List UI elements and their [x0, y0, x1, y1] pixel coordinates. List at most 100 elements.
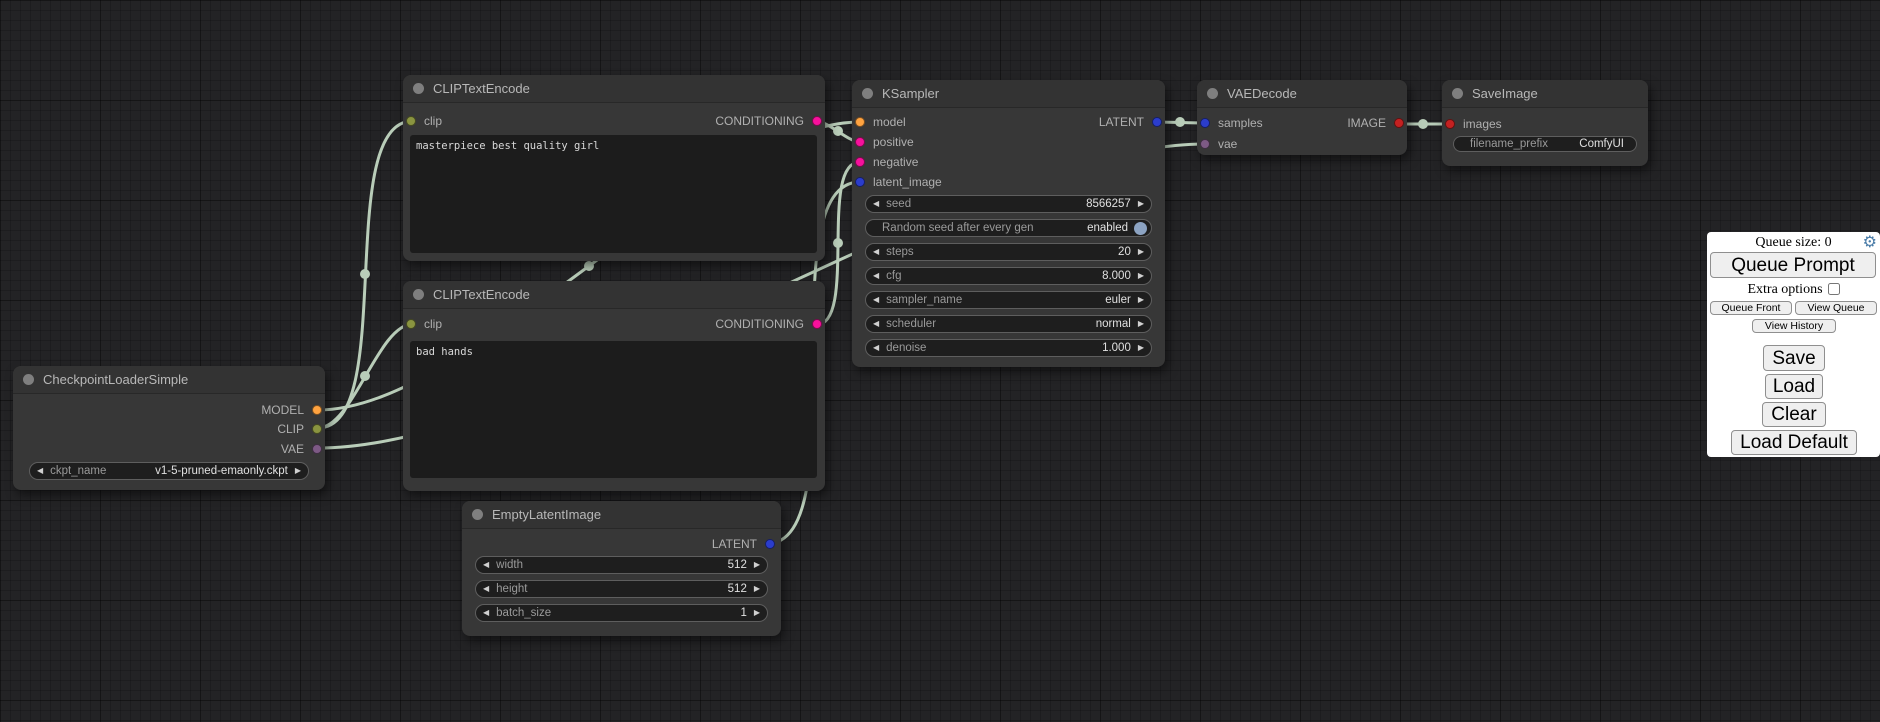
filename-prefix-widget[interactable]: filename_prefix ComfyUI: [1453, 136, 1637, 152]
extra-options-checkbox[interactable]: [1828, 283, 1840, 295]
node-checkpoint-loader[interactable]: CheckpointLoaderSimple MODEL CLIP VAE ◀ …: [13, 366, 325, 490]
increment-arrow-icon[interactable]: ▶: [1131, 291, 1151, 309]
increment-arrow-icon[interactable]: ▶: [1131, 195, 1151, 213]
widget-value: euler: [1105, 294, 1131, 306]
model-port-icon[interactable]: [312, 405, 322, 415]
image-port-icon[interactable]: [1394, 118, 1404, 128]
collapse-dot-icon[interactable]: [413, 289, 424, 300]
output-latent: LATENT: [712, 536, 775, 552]
increment-arrow-icon[interactable]: ▶: [1131, 315, 1151, 333]
node-titlebar[interactable]: EmptyLatentImage: [462, 501, 781, 529]
decrement-arrow-icon[interactable]: ◀: [866, 339, 886, 357]
increment-arrow-icon[interactable]: ▶: [1131, 267, 1151, 285]
vae-port-icon[interactable]: [312, 444, 322, 454]
vae-port-icon[interactable]: [1200, 139, 1210, 149]
clear-button[interactable]: Clear: [1762, 402, 1826, 427]
prompt-textarea[interactable]: bad hands: [410, 341, 817, 478]
denoise-widget[interactable]: ◀ denoise 1.000 ▶: [865, 339, 1152, 357]
clip-port-icon[interactable]: [406, 319, 416, 329]
port-label: IMAGE: [1347, 116, 1386, 130]
node-titlebar[interactable]: CheckpointLoaderSimple: [13, 366, 325, 394]
view-history-button[interactable]: View History: [1752, 319, 1836, 333]
widget-value: 512: [728, 583, 747, 595]
port-label: positive: [873, 135, 914, 149]
node-clip-text-encode-positive[interactable]: CLIPTextEncode clip CONDITIONING masterp…: [403, 75, 825, 261]
collapse-dot-icon[interactable]: [862, 88, 873, 99]
link-midpoint-dot[interactable]: [584, 261, 594, 271]
collapse-dot-icon[interactable]: [472, 509, 483, 520]
increment-arrow-icon[interactable]: ▶: [1131, 243, 1151, 261]
node-titlebar[interactable]: VAEDecode: [1197, 80, 1407, 108]
latent-port-icon[interactable]: [1200, 118, 1210, 128]
node-empty-latent-image[interactable]: EmptyLatentImage LATENT ◀ width 512 ▶ ◀ …: [462, 501, 781, 636]
collapse-dot-icon[interactable]: [1452, 88, 1463, 99]
increment-arrow-icon[interactable]: ▶: [288, 462, 308, 480]
node-graph-canvas[interactable]: CheckpointLoaderSimple MODEL CLIP VAE ◀ …: [0, 0, 1880, 722]
link-midpoint-dot[interactable]: [1175, 117, 1185, 127]
node-titlebar[interactable]: SaveImage: [1442, 80, 1648, 108]
increment-arrow-icon[interactable]: ▶: [747, 556, 767, 574]
load-default-button[interactable]: Load Default: [1731, 430, 1857, 455]
port-label: VAE: [281, 442, 304, 456]
decrement-arrow-icon[interactable]: ◀: [866, 315, 886, 333]
clip-port-icon[interactable]: [312, 424, 322, 434]
steps-widget[interactable]: ◀ steps 20 ▶: [865, 243, 1152, 261]
link-midpoint-dot[interactable]: [360, 269, 370, 279]
decrement-arrow-icon[interactable]: ◀: [866, 291, 886, 309]
node-titlebar[interactable]: KSampler: [852, 80, 1165, 108]
conditioning-port-icon[interactable]: [812, 319, 822, 329]
load-button[interactable]: Load: [1765, 374, 1823, 399]
decrement-arrow-icon[interactable]: ◀: [866, 267, 886, 285]
sampler-name-widget[interactable]: ◀ sampler_name euler ▶: [865, 291, 1152, 309]
node-vae-decode[interactable]: VAEDecode samples vae IMAGE: [1197, 80, 1407, 155]
node-titlebar[interactable]: CLIPTextEncode: [403, 75, 825, 103]
link-midpoint-dot[interactable]: [360, 371, 370, 381]
node-save-image[interactable]: SaveImage images filename_prefix ComfyUI: [1442, 80, 1648, 166]
latent-port-icon[interactable]: [855, 177, 865, 187]
conditioning-port-icon[interactable]: [855, 157, 865, 167]
node-clip-text-encode-negative[interactable]: CLIPTextEncode clip CONDITIONING bad han…: [403, 281, 825, 491]
cfg-widget[interactable]: ◀ cfg 8.000 ▶: [865, 267, 1152, 285]
view-queue-button[interactable]: View Queue: [1795, 301, 1877, 315]
increment-arrow-icon[interactable]: ▶: [1131, 339, 1151, 357]
clip-port-icon[interactable]: [406, 116, 416, 126]
width-widget[interactable]: ◀ width 512 ▶: [475, 556, 768, 574]
link-midpoint-dot[interactable]: [1418, 119, 1428, 129]
height-widget[interactable]: ◀ height 512 ▶: [475, 580, 768, 598]
latent-port-icon[interactable]: [765, 539, 775, 549]
image-port-icon[interactable]: [1445, 119, 1455, 129]
conditioning-port-icon[interactable]: [812, 116, 822, 126]
latent-port-icon[interactable]: [1152, 117, 1162, 127]
collapse-dot-icon[interactable]: [1207, 88, 1218, 99]
increment-arrow-icon[interactable]: ▶: [747, 604, 767, 622]
decrement-arrow-icon[interactable]: ◀: [476, 604, 496, 622]
scheduler-widget[interactable]: ◀ scheduler normal ▶: [865, 315, 1152, 333]
node-ksampler[interactable]: KSampler model positive negative latent_…: [852, 80, 1165, 367]
conditioning-port-icon[interactable]: [855, 137, 865, 147]
collapse-dot-icon[interactable]: [413, 83, 424, 94]
increment-arrow-icon[interactable]: ▶: [747, 580, 767, 598]
prompt-textarea[interactable]: masterpiece best quality girl: [410, 135, 817, 253]
decrement-arrow-icon[interactable]: ◀: [476, 556, 496, 574]
link-midpoint-dot[interactable]: [833, 126, 843, 136]
decrement-arrow-icon[interactable]: ◀: [866, 195, 886, 213]
collapse-dot-icon[interactable]: [23, 374, 34, 385]
queue-prompt-button[interactable]: Queue Prompt: [1710, 252, 1876, 278]
widget-value: enabled: [1087, 222, 1128, 234]
decrement-arrow-icon[interactable]: ◀: [476, 580, 496, 598]
seed-widget[interactable]: ◀ seed 8566257 ▶: [865, 195, 1152, 213]
node-titlebar[interactable]: CLIPTextEncode: [403, 281, 825, 309]
link-midpoint-dot[interactable]: [833, 238, 843, 248]
toggle-knob-icon[interactable]: [1134, 222, 1147, 235]
save-button[interactable]: Save: [1763, 345, 1825, 371]
model-port-icon[interactable]: [855, 117, 865, 127]
random-seed-toggle-widget[interactable]: Random seed after every gen enabled: [865, 219, 1152, 237]
decrement-arrow-icon[interactable]: ◀: [866, 243, 886, 261]
batch-size-widget[interactable]: ◀ batch_size 1 ▶: [475, 604, 768, 622]
widget-label: height: [496, 583, 527, 595]
queue-front-button[interactable]: Queue Front: [1710, 301, 1792, 315]
settings-gear-icon[interactable]: ⚙: [1863, 232, 1877, 251]
input-positive: positive: [855, 134, 914, 150]
ckpt-name-widget[interactable]: ◀ ckpt_name v1-5-pruned-emaonly.ckpt ▶: [29, 462, 309, 480]
decrement-arrow-icon[interactable]: ◀: [30, 462, 50, 480]
